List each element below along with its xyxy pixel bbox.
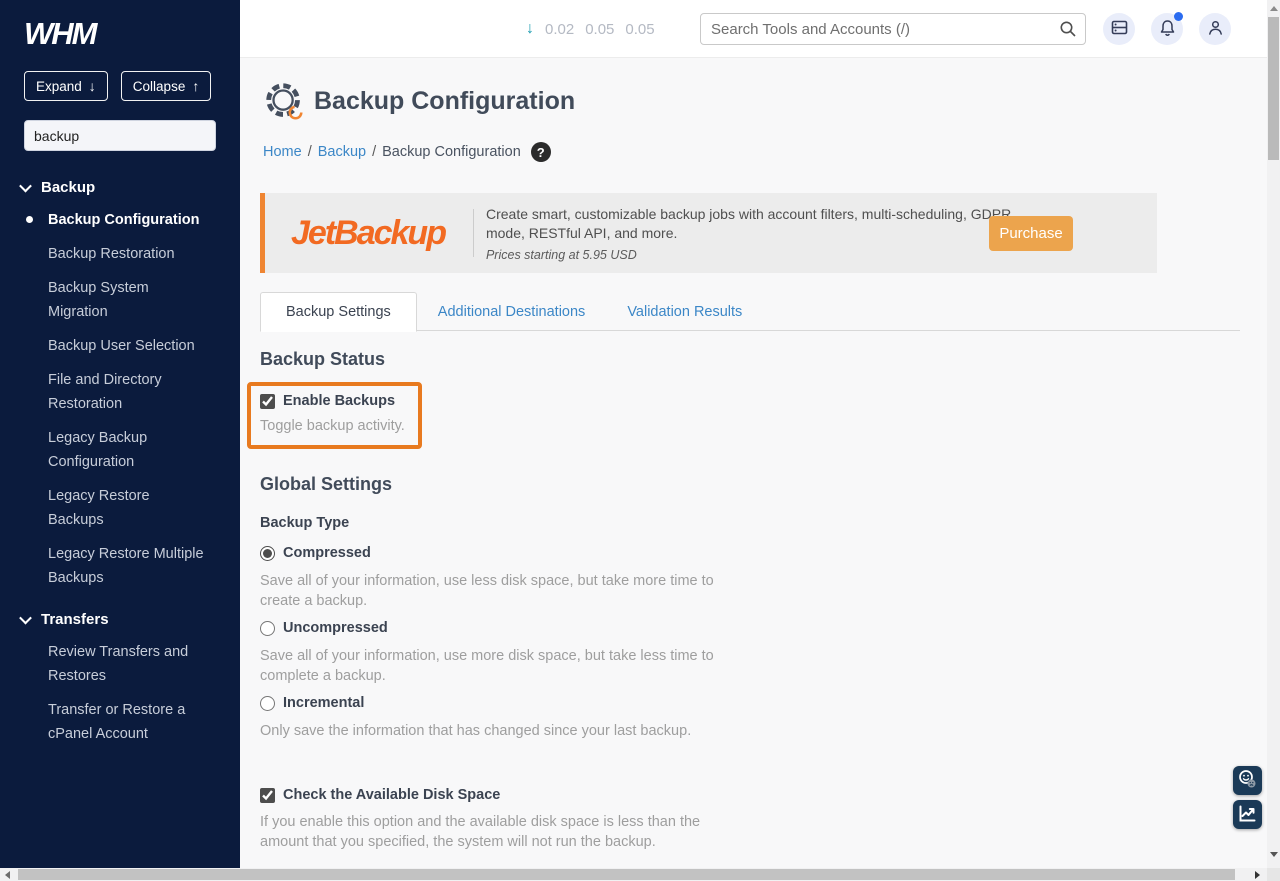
nav-section-label: Backup (41, 179, 95, 196)
sidebar-item-backup-restoration[interactable]: Backup Restoration (0, 237, 226, 271)
horizontal-scrollbar[interactable] (0, 868, 1280, 881)
banner-text: Create smart, customizable backup jobs w… (486, 205, 1051, 262)
tab-validation-results[interactable]: Validation Results (606, 293, 763, 331)
purchase-button[interactable]: Purchase (989, 216, 1073, 251)
sidebar-nav: Backup Backup Configuration Backup Resto… (0, 172, 240, 751)
load-value-5: 0.05 (585, 21, 614, 38)
incremental-description: Only save the information that has chang… (260, 721, 732, 741)
incremental-label[interactable]: Incremental (283, 695, 364, 711)
breadcrumb: Home / Backup / Backup Configuration ? (263, 142, 551, 162)
vertical-scrollbar[interactable] (1267, 0, 1280, 868)
load-down-arrow-icon: ↓ (526, 20, 534, 38)
sidebar-search-input[interactable] (24, 120, 216, 151)
enable-backups-description: Toggle backup activity. (260, 416, 405, 436)
uncompressed-radio[interactable] (260, 621, 275, 636)
line-chart-icon (1238, 804, 1257, 826)
scroll-up-arrow-icon[interactable] (1270, 6, 1278, 11)
uncompressed-label[interactable]: Uncompressed (283, 620, 388, 636)
top-header: ↓ 0.02 0.05 0.05 (240, 0, 1267, 58)
expand-button-label: Expand (36, 79, 82, 94)
uncompressed-description: Save all of your information, use more d… (260, 646, 732, 686)
notification-dot (1174, 12, 1183, 21)
expand-all-button[interactable]: Expand ↓ (24, 71, 108, 101)
sidebar-search (24, 120, 216, 151)
tab-backup-settings[interactable]: Backup Settings (260, 292, 417, 332)
compressed-radio[interactable] (260, 546, 275, 561)
enable-backups-checkbox[interactable] (260, 394, 275, 409)
banner-description: Create smart, customizable backup jobs w… (486, 205, 1051, 243)
vertical-scrollbar-thumb[interactable] (1268, 17, 1279, 160)
nav-section-backup[interactable]: Backup (0, 172, 240, 203)
tab-bar: Backup Settings Additional Destinations … (260, 291, 763, 331)
header-icon-buttons (1103, 13, 1231, 45)
sidebar-item-transfer-restore-cpanel[interactable]: Transfer or Restore a cPanel Account (0, 693, 226, 751)
server-info-button[interactable] (1103, 13, 1135, 45)
sidebar-item-legacy-backup-configuration[interactable]: Legacy Backup Configuration (0, 421, 226, 479)
sidebar-item-backup-user-selection[interactable]: Backup User Selection (0, 329, 226, 363)
check-disk-space-label[interactable]: Check the Available Disk Space (283, 787, 500, 803)
collapse-button-label: Collapse (133, 79, 186, 94)
chevron-down-icon (19, 180, 32, 193)
sidebar-item-review-transfers-restores[interactable]: Review Transfers and Restores (0, 635, 226, 693)
check-disk-space-checkbox[interactable] (260, 788, 275, 803)
jetbackup-banner: JetBackup Create smart, customizable bac… (260, 193, 1157, 273)
jetbackup-logo: JetBackup (291, 214, 445, 253)
horizontal-scrollbar-thumb[interactable] (18, 869, 1235, 880)
arrow-down-icon: ↓ (89, 78, 96, 94)
nav-section-label: Transfers (41, 611, 109, 628)
search-icon (1059, 20, 1077, 43)
feedback-faces-icon (1237, 769, 1258, 793)
load-value-15: 0.05 (625, 21, 654, 38)
breadcrumb-separator: / (308, 144, 312, 160)
scrollbar-corner (1267, 868, 1280, 881)
page-title: Backup Configuration (314, 87, 575, 116)
bell-icon (1159, 19, 1176, 40)
notifications-button[interactable] (1151, 13, 1183, 45)
main-area: ↓ 0.02 0.05 0.05 (240, 0, 1267, 868)
breadcrumb-separator: / (372, 144, 376, 160)
user-icon (1207, 19, 1224, 39)
help-icon[interactable]: ? (531, 142, 551, 162)
analytics-button[interactable] (1233, 800, 1262, 829)
nav-section-transfers[interactable]: Transfers (0, 604, 240, 635)
server-icon (1111, 19, 1128, 39)
sidebar-item-legacy-restore-multiple-backups[interactable]: Legacy Restore Multiple Backups (0, 537, 226, 595)
server-load-averages: ↓ 0.02 0.05 0.05 (526, 0, 655, 58)
banner-divider (473, 209, 474, 257)
scroll-right-arrow-icon[interactable] (1255, 871, 1260, 879)
scroll-left-arrow-icon[interactable] (5, 871, 10, 879)
breadcrumb-home-link[interactable]: Home (263, 144, 302, 160)
incremental-radio[interactable] (260, 696, 275, 711)
feedback-button[interactable] (1233, 766, 1262, 795)
scroll-down-arrow-icon[interactable] (1270, 852, 1278, 857)
gear-icon (262, 79, 308, 130)
enable-backups-highlight-box: Enable Backups Toggle backup activity. (247, 382, 422, 449)
sidebar-item-legacy-restore-backups[interactable]: Legacy Restore Backups (0, 479, 226, 537)
sidebar: WHM Expand ↓ Collapse ↑ Backup Backup Co… (0, 0, 240, 868)
global-settings-heading: Global Settings (260, 474, 392, 495)
enable-backups-label[interactable]: Enable Backups (283, 393, 395, 409)
compressed-description: Save all of your information, use less d… (260, 571, 732, 611)
backup-status-heading: Backup Status (260, 349, 385, 370)
collapse-all-button[interactable]: Collapse ↑ (121, 71, 212, 101)
sidebar-item-file-directory-restoration[interactable]: File and Directory Restoration (0, 363, 226, 421)
backup-type-label: Backup Type (260, 515, 349, 531)
check-disk-space-description: If you enable this option and the availa… (260, 812, 732, 852)
search-input[interactable] (700, 13, 1086, 45)
arrow-up-icon: ↑ (192, 78, 199, 94)
tab-additional-destinations[interactable]: Additional Destinations (417, 293, 607, 331)
load-value-1: 0.02 (545, 21, 574, 38)
banner-price-note: Prices starting at 5.95 USD (486, 248, 1051, 262)
chevron-down-icon (19, 612, 32, 625)
sidebar-item-backup-system-migration[interactable]: Backup System Migration (0, 271, 226, 329)
compressed-label[interactable]: Compressed (283, 545, 371, 561)
global-search (700, 13, 1086, 45)
breadcrumb-current: Backup Configuration (382, 144, 521, 160)
whm-logo[interactable]: WHM (24, 16, 240, 52)
sidebar-item-backup-configuration[interactable]: Backup Configuration (0, 203, 226, 237)
user-account-button[interactable] (1199, 13, 1231, 45)
sidebar-toolbar: Expand ↓ Collapse ↑ (24, 71, 216, 101)
breadcrumb-backup-link[interactable]: Backup (318, 144, 366, 160)
